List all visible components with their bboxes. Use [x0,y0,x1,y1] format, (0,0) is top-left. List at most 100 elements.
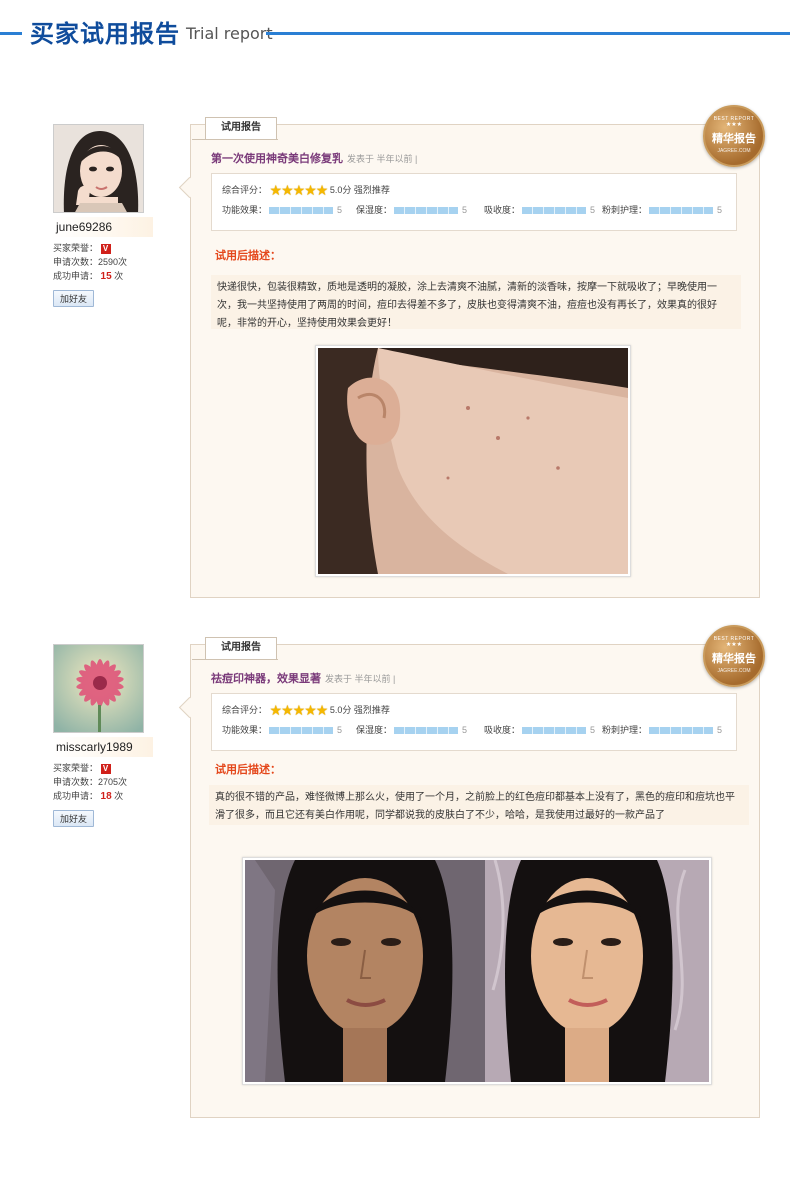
success-count-row: 成功申请： 18 次 [53,789,153,804]
apply-value: 2590次 [98,257,128,267]
metric-value: 5 [590,205,596,215]
success-value: 15 [100,271,112,282]
metric-label: 功能效果： [222,725,268,735]
metric-bar [649,727,714,735]
report-card: 试用报告 BEST REPORT ★★★ 精华报告 JAGREE.COM 第一次… [190,105,765,598]
metric-value: 5 [462,205,468,215]
seal-bottom-text: JAGREE.COM [717,148,751,154]
header-rule-right [266,32,790,35]
metric-value: 5 [462,725,468,735]
metric-label: 吸收度： [484,725,521,735]
metric-function: 功能效果： 5 [222,723,342,736]
seal-main-text: 精华报告 [712,133,756,145]
page-header: 买家试用报告 Trial report [0,0,790,66]
success-unit: 次 [114,791,124,801]
metric-moisture: 保湿度： 5 [356,723,467,736]
success-unit: 次 [114,271,124,281]
metric-acne-care: 粉刺护理： 5 [602,203,722,216]
metric-label: 粉刺护理： [602,205,648,215]
avatar[interactable] [53,124,144,213]
review-photo[interactable] [242,857,712,1085]
add-friend-button[interactable]: 加好友 [53,290,95,307]
apply-label: 申请次数： [53,257,99,267]
overall-rating: 综合评分： ★★★★★ 5.0分 强烈推荐 [222,182,390,199]
metric-bar [269,727,334,735]
report-title-row: 祛痘印神器，效果显著 发表于 半年以前 | [211,670,395,686]
description-heading: 试用后描述： [215,250,281,262]
reviewer-profile: misscarly1989 买家荣誉： V 申请次数：2705次 成功申请： 1… [53,644,153,827]
rating-panel: 综合评分： ★★★★★ 5.0分 强烈推荐 功能效果： 5 保湿度： 5 吸收度： 5… [211,173,737,231]
metric-bar [269,207,334,215]
metric-value: 5 [337,725,343,735]
best-report-seal-icon: BEST REPORT ★★★ 精华报告 JAGREE.COM [703,625,765,687]
star-rating-icon: ★★★★★ [269,182,329,198]
metric-value: 5 [717,205,723,215]
metric-label: 保湿度： [356,725,393,735]
metric-value: 5 [590,725,596,735]
overall-rating: 综合评分： ★★★★★ 5.0分 强烈推荐 [222,702,390,719]
tab-trial-report[interactable]: 试用报告 [192,637,278,660]
skin-photo [318,348,628,574]
avatar-photo [54,645,143,732]
apply-value: 2705次 [98,777,128,787]
honor-label: 买家荣誉： [53,243,99,253]
metric-acne-care: 粉刺护理： 5 [602,723,722,736]
reviewer-profile: june69286 买家荣誉： V 申请次数：2590次 成功申请： 15 次 … [53,124,153,307]
review-photo[interactable] [315,345,631,577]
page-title: 买家试用报告 [30,19,180,48]
overall-label: 综合评分： [222,704,268,715]
report-title-row: 第一次使用神奇美白修复乳 发表于 半年以前 | [211,150,417,166]
page-subtitle: Trial report [186,24,273,43]
description-text: 真的很不错的产品，难怪微博上那么火，使用了一个月，之前脸上的红色痘印都基本上没有… [209,785,749,825]
avatar[interactable] [53,644,144,733]
metric-value: 5 [717,725,723,735]
success-label: 成功申请： [53,271,99,281]
metric-value: 5 [337,205,343,215]
report-title[interactable]: 祛痘印神器，效果显著 [211,673,321,685]
success-count-row: 成功申请： 15 次 [53,269,153,284]
metric-function: 功能效果： 5 [222,203,342,216]
success-label: 成功申请： [53,791,99,801]
metric-label: 保湿度： [356,205,393,215]
reviewer-stats: 买家荣誉： V 申请次数：2705次 成功申请： 18 次 [53,761,153,804]
metric-bar [649,207,714,215]
before-after-photo [245,860,709,1082]
seal-bottom-text: JAGREE.COM [717,668,751,674]
overall-text: 5.0分 强烈推荐 [329,184,390,195]
vip-badge-icon: V [100,763,111,774]
metric-bar [522,207,587,215]
metric-moisture: 保湿度： 5 [356,203,467,216]
best-report-seal-icon: BEST REPORT ★★★ 精华报告 JAGREE.COM [703,105,765,167]
seal-main-text: 精华报告 [712,653,756,665]
metric-absorption: 吸收度： 5 [484,203,595,216]
header-rule-left [0,32,22,35]
avatar-photo [54,125,143,212]
honor-row: 买家荣誉： V [53,761,153,775]
reviewer-name[interactable]: misscarly1989 [53,737,153,757]
description-heading: 试用后描述： [215,764,281,776]
metric-label: 粉刺护理： [602,725,648,735]
metric-label: 吸收度： [484,205,521,215]
metric-bar [522,727,587,735]
star-rating-icon: ★★★★★ [269,702,329,718]
rating-panel: 综合评分： ★★★★★ 5.0分 强烈推荐 功能效果： 5 保湿度： 5 吸收度： 5… [211,693,737,751]
apply-label: 申请次数： [53,777,99,787]
metric-label: 功能效果： [222,205,268,215]
overall-label: 综合评分： [222,184,268,195]
honor-row: 买家荣誉： V [53,241,153,255]
metric-bar [394,207,459,215]
vip-badge-icon: V [100,243,111,254]
tab-trial-report[interactable]: 试用报告 [192,117,278,140]
report-title[interactable]: 第一次使用神奇美白修复乳 [211,153,343,165]
apply-count-row: 申请次数：2705次 [53,775,153,789]
overall-text: 5.0分 强烈推荐 [329,704,390,715]
report-meta: 发表于 半年以前 | [347,154,418,164]
success-value: 18 [100,791,112,802]
seal-stars-icon: ★★★ [725,122,743,128]
add-friend-button[interactable]: 加好友 [53,810,95,827]
metric-absorption: 吸收度： 5 [484,723,595,736]
reviewer-name[interactable]: june69286 [53,217,153,237]
reviewer-stats: 买家荣誉： V 申请次数：2590次 成功申请： 15 次 [53,241,153,284]
description-text: 快递很快，包装很精致，质地是透明的凝胶，涂上去清爽不油腻，清新的淡香味，按摩一下… [211,275,741,329]
honor-label: 买家荣誉： [53,763,99,773]
